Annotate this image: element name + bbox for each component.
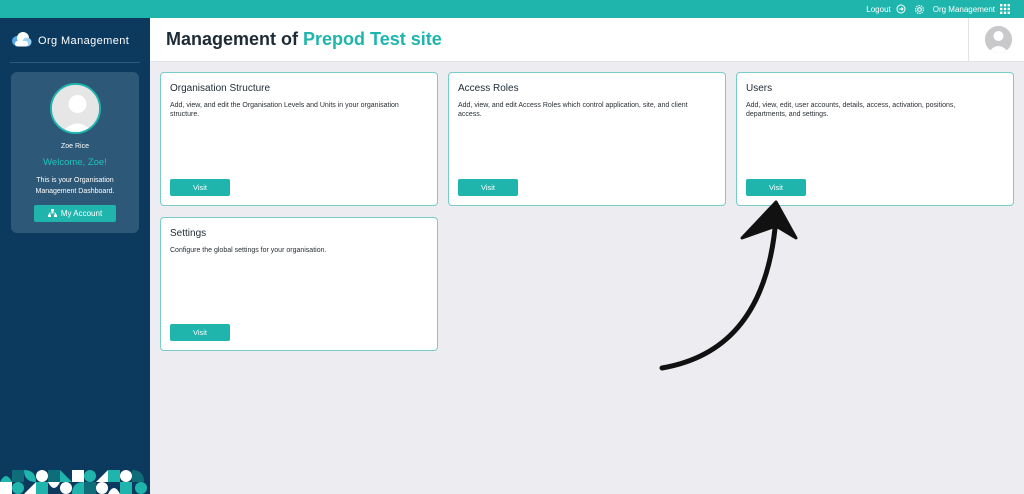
user-avatar-button[interactable] [985,26,1012,53]
my-account-button[interactable]: My Account [34,205,116,222]
sidebar-divider [10,62,140,63]
card-settings: Settings Configure the global settings f… [160,217,438,351]
welcome-text: Welcome, Zoe! [43,157,107,168]
page-title-prefix: Management of [166,29,299,49]
cloud-logo-icon [10,32,32,50]
header-divider [968,18,969,62]
card-description: Configure the global settings for your o… [170,247,327,254]
intro-text: This is your Organisation Management Das… [35,177,115,195]
card-description: Add, view, and edit Access Roles which c… [458,102,688,118]
settings-link[interactable] [914,4,925,15]
annotation-arrow [659,200,798,371]
my-account-label: My Account [60,209,103,218]
sidebar: Org Management Zoe Rice Welcome, Zoe! Th… [0,18,150,494]
profile-card: Zoe Rice Welcome, Zoe! This is your Orga… [11,72,139,233]
page-title: Management of Prepod Test site [166,29,442,50]
app-switcher[interactable]: Org Management [933,4,1010,14]
logout-label: Logout [866,4,891,14]
org-chart-icon [47,208,57,219]
card-description: Add, view, edit, user accounts, details,… [746,102,956,118]
card-users: Users Add, view, edit, user accounts, de… [736,72,1014,206]
visit-organisation-structure-button[interactable]: Visit [170,179,230,196]
logout-link[interactable]: Logout [866,4,906,14]
top-bar: Logout Org Management [0,0,1024,18]
brand-logo[interactable]: Org Management [10,32,129,50]
card-title: Organisation Structure [170,83,271,94]
decorative-pattern [0,470,150,494]
card-access-roles: Access Roles Add, view, and edit Access … [448,72,726,206]
user-name: Zoe Rice [60,143,89,150]
card-title: Access Roles [458,83,519,94]
gear-icon [914,4,925,15]
app-label: Org Management [932,4,995,14]
avatar [50,83,101,134]
card-title: Users [746,83,773,94]
logout-icon [896,4,906,14]
card-title: Settings [170,228,207,239]
card-organisation-structure: Organisation Structure Add, view, and ed… [160,72,438,206]
page-header: Management of Prepod Test site [150,18,1024,62]
visit-settings-button[interactable]: Visit [170,324,230,341]
site-name: Prepod Test site [303,29,442,49]
card-description: Add, view, and edit the Organisation Lev… [170,102,399,118]
apps-grid-icon [1000,4,1010,14]
visit-access-roles-button[interactable]: Visit [458,179,518,196]
brand-name: Org Management [38,35,130,47]
